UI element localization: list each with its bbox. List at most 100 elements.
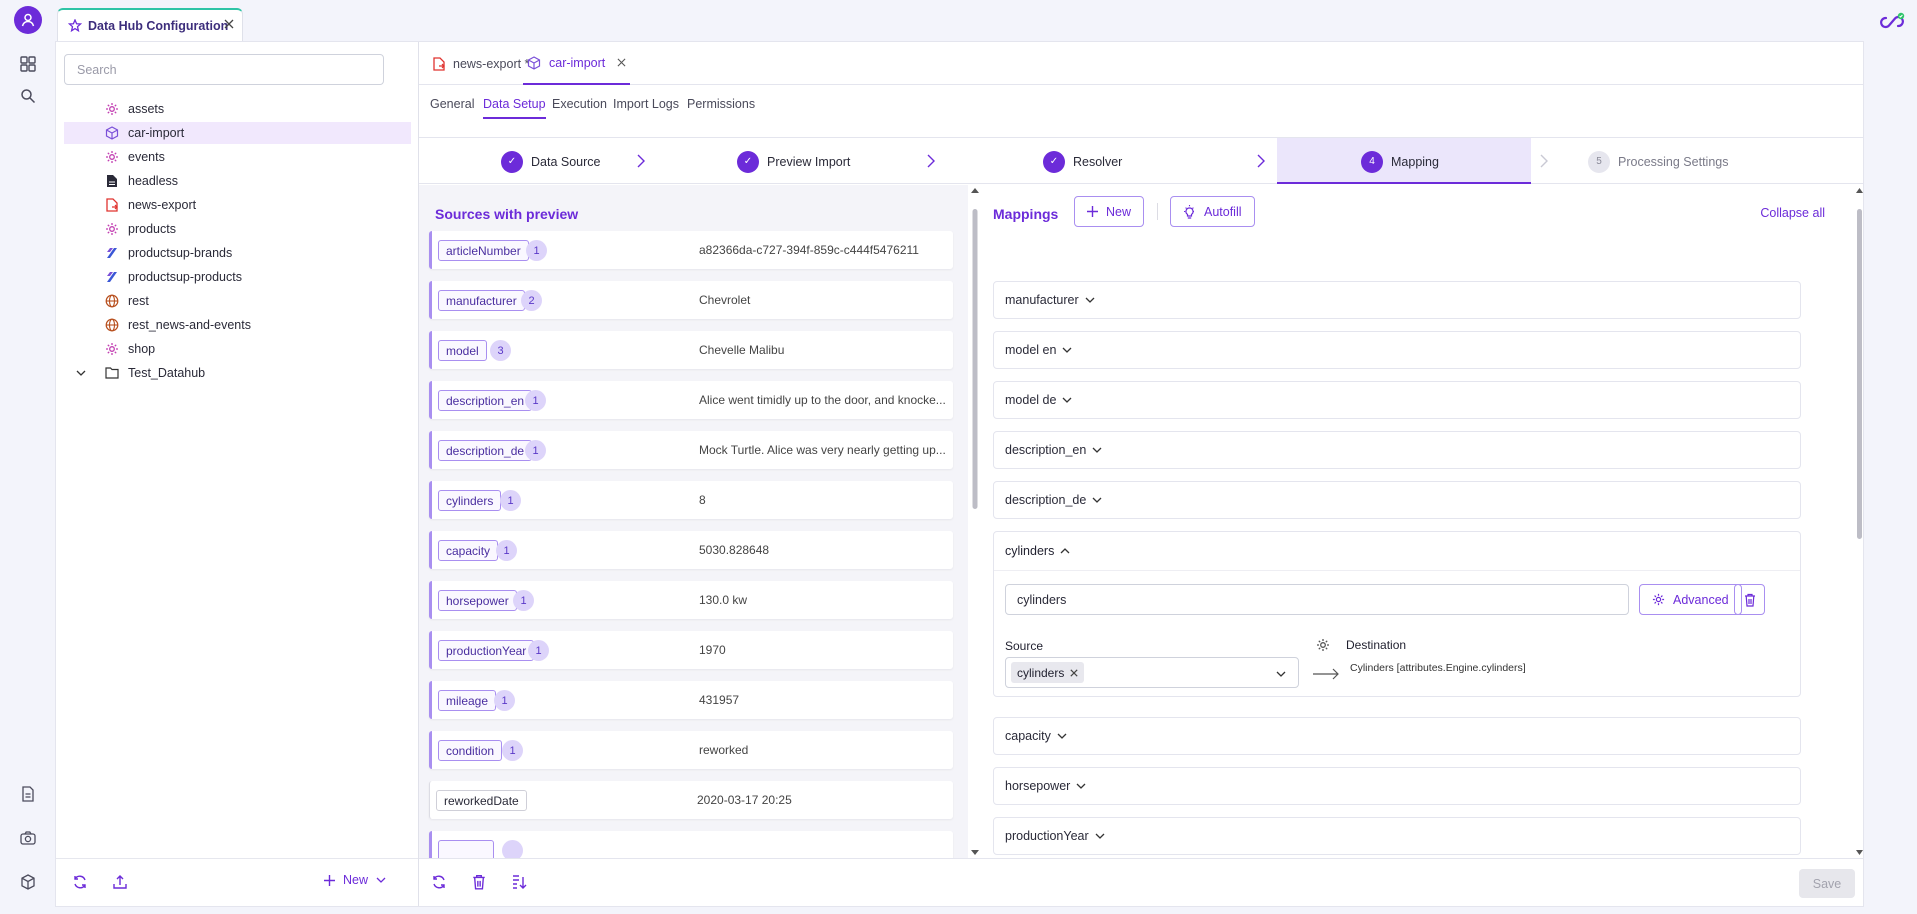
source-row[interactable]: cylinders 1 8 (429, 481, 953, 519)
upload-icon[interactable] (112, 874, 128, 890)
source-field-chip[interactable]: capacity (438, 540, 499, 561)
tree-item-events[interactable]: events (64, 146, 411, 168)
dashboard-icon[interactable] (14, 50, 42, 78)
trash-icon[interactable] (472, 874, 486, 890)
refresh-icon[interactable] (72, 874, 88, 890)
tree-item-test-datahub[interactable]: Test_Datahub (64, 362, 411, 384)
autofill-button[interactable]: Autofill (1170, 196, 1255, 227)
mapping-row[interactable]: description_en (993, 431, 1801, 469)
save-button[interactable]: Save (1799, 869, 1855, 898)
source-row[interactable]: description_de 1 Mock Turtle. Alice was … (429, 431, 953, 469)
source-select[interactable]: cylinders (1005, 657, 1299, 688)
source-row[interactable]: description_en 1 Alice went timidly up t… (429, 381, 953, 419)
source-row[interactable]: horsepower 1 130.0 kw (429, 581, 953, 619)
source-field-chip[interactable]: mileage (438, 690, 497, 711)
subtab-general[interactable]: General (430, 97, 474, 117)
tree-item-productsup-brands[interactable]: productsup-brands (64, 242, 411, 264)
new-mapping-button[interactable]: New (1074, 196, 1145, 227)
main-tab[interactable]: Data Hub Configuration (57, 8, 243, 42)
source-field-chip[interactable]: manufacturer (438, 290, 525, 311)
source-row[interactable]: condition 1 reworked (429, 731, 953, 769)
source-row[interactable]: articleNumber 1 a82366da-c727-394f-859c-… (429, 231, 953, 269)
source-field-chip[interactable]: productionYear (438, 640, 535, 661)
tree-item-products[interactable]: products (64, 218, 411, 240)
check-icon: ✓ (501, 150, 523, 173)
tab-car-import[interactable]: car-import (523, 42, 631, 85)
collapse-all-link[interactable]: Collapse all (1760, 206, 1825, 220)
source-field-chip[interactable]: articleNumber (438, 240, 529, 261)
mapping-row[interactable]: description_de (993, 481, 1801, 519)
source-field-chip[interactable]: condition (438, 740, 503, 761)
mapping-row[interactable]: model en (993, 331, 1801, 369)
step-label: Processing Settings (1618, 154, 1729, 169)
trash-icon (1744, 593, 1756, 607)
tree-item-shop[interactable]: shop (64, 338, 411, 360)
step-mapping[interactable]: 4 Mapping (1361, 138, 1439, 185)
mapping-row[interactable]: horsepower (993, 767, 1801, 805)
source-field-chip[interactable]: description_de (438, 440, 533, 461)
delete-mapping-button[interactable] (1734, 584, 1765, 615)
user-avatar-icon[interactable] (14, 6, 42, 34)
subtab-data-setup[interactable]: Data Setup (483, 97, 546, 119)
source-field-chip[interactable]: model (438, 340, 487, 361)
mappings-scrollbar[interactable] (1856, 185, 1863, 858)
tree-item-rest-news-and-events[interactable]: rest_news-and-events (64, 314, 411, 336)
tree-item-rest[interactable]: rest (64, 290, 411, 312)
mapping-header[interactable]: cylinders (1005, 544, 1070, 558)
sources-scrollbar[interactable] (969, 185, 981, 858)
mapping-name-input[interactable] (1005, 584, 1629, 615)
advanced-button[interactable]: Advanced (1639, 584, 1742, 615)
tree-item-label: headless (128, 174, 179, 188)
mapping-row[interactable]: model de (993, 381, 1801, 419)
tree-item-news-export[interactable]: news-export (64, 194, 411, 216)
chevron-down-icon[interactable] (76, 368, 86, 378)
document-icon[interactable] (14, 780, 42, 808)
tree-item-assets[interactable]: assets (64, 98, 411, 120)
source-field-chip[interactable] (438, 840, 494, 858)
step-resolver[interactable]: ✓ Resolver (1043, 138, 1122, 185)
mapping-row[interactable]: manufacturer (993, 281, 1801, 319)
close-icon[interactable] (617, 58, 626, 67)
step-processing-settings[interactable]: 5 Processing Settings (1588, 138, 1728, 185)
source-row[interactable]: manufacturer 2 Chevrolet (429, 281, 953, 319)
mapping-row[interactable]: productionYear (993, 817, 1801, 855)
tab-label: car-import (549, 55, 606, 70)
source-row[interactable]: capacity 1 5030.828648 (429, 531, 953, 569)
source-field-chip[interactable]: reworkedDate (436, 790, 527, 811)
source-field-chip[interactable]: horsepower (438, 590, 517, 611)
gear-icon[interactable] (1316, 638, 1330, 652)
step-data-source[interactable]: ✓ Data Source (501, 138, 600, 185)
subtab-execution[interactable]: Execution (552, 97, 607, 117)
step-preview-import[interactable]: ✓ Preview Import (737, 138, 850, 185)
subtab-import-logs[interactable]: Import Logs (613, 97, 679, 117)
source-row[interactable]: productionYear 1 1970 (429, 631, 953, 669)
tree-item-productsup-products[interactable]: productsup-products (64, 266, 411, 288)
tree-item-car-import[interactable]: car-import (64, 122, 411, 144)
mapping-row[interactable]: capacity (993, 717, 1801, 755)
export-list-icon[interactable] (511, 874, 527, 890)
step-label: Data Source (531, 154, 601, 169)
search-icon[interactable] (14, 82, 42, 110)
close-icon[interactable] (1070, 668, 1078, 677)
tab-news-export[interactable]: news-export * (429, 42, 533, 85)
source-row[interactable]: reworkedDate 2020-03-17 20:25 (429, 781, 953, 819)
new-config-button[interactable]: New (324, 873, 386, 887)
search-input[interactable] (64, 54, 384, 85)
cube-icon[interactable] (14, 868, 42, 896)
close-icon[interactable] (224, 19, 234, 29)
mapping-row-label: description_de (1005, 493, 1087, 507)
source-row[interactable]: mileage 1 431957 (429, 681, 953, 719)
tree-item-headless[interactable]: headless (64, 170, 411, 192)
step-number: 4 (1361, 150, 1383, 173)
source-preview-value: Mock Turtle. Alice was very nearly getti… (699, 443, 946, 457)
camera-icon[interactable] (14, 824, 42, 852)
source-row[interactable]: model 3 Chevelle Malibu (429, 331, 953, 369)
chevron-right-icon (1257, 154, 1265, 168)
refresh-icon[interactable] (431, 874, 447, 890)
source-row[interactable] (429, 831, 953, 858)
source-chip[interactable]: cylinders (1011, 662, 1085, 683)
source-field-chip[interactable]: cylinders (438, 490, 502, 511)
source-field-chip[interactable]: description_en (438, 390, 533, 411)
source-preview-value: Chevrolet (699, 293, 751, 307)
subtab-permissions[interactable]: Permissions (687, 97, 755, 117)
